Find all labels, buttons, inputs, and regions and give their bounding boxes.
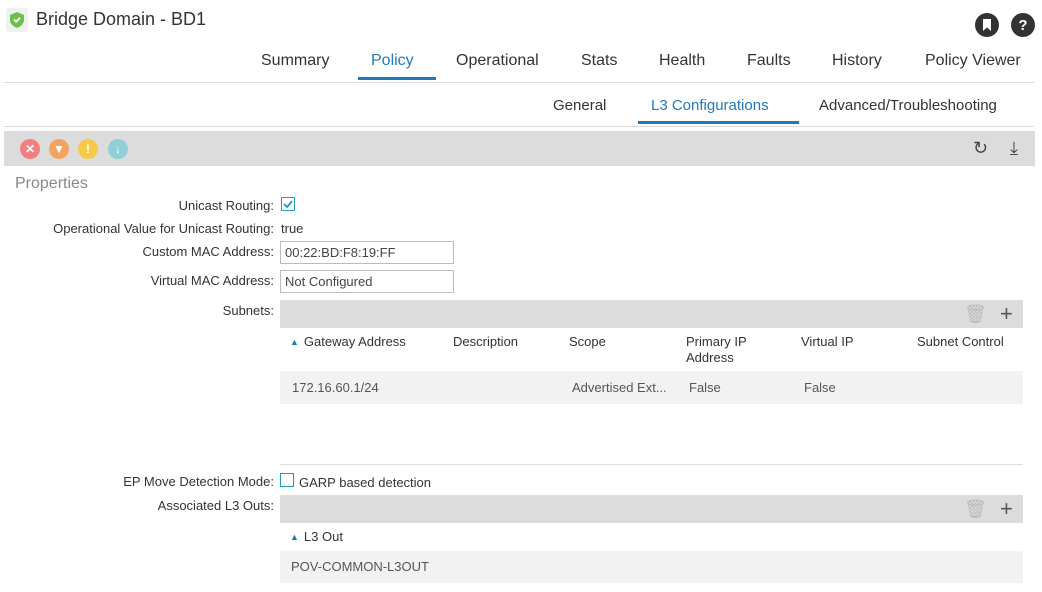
add-subnet-button[interactable]: +	[1000, 301, 1013, 327]
checkmark-icon	[283, 200, 293, 209]
tab-summary[interactable]: Summary	[261, 52, 329, 70]
custom-mac-field[interactable]: 00:22:BD:F8:19:FF	[280, 241, 454, 264]
table-row[interactable]: 172.16.60.1/24 Advertised Ext... False F…	[280, 371, 1023, 404]
trash-icon[interactable]: 🗑	[964, 304, 987, 325]
divider	[280, 464, 1023, 465]
garp-detection-label: GARP based detection	[299, 475, 432, 490]
download-icon[interactable]: ⤓	[1010, 138, 1018, 159]
column-header-description[interactable]: Description	[453, 334, 518, 350]
cell-scope: Advertised Ext...	[572, 380, 667, 395]
sort-ascending-icon: ▲	[290, 532, 299, 542]
tab-advanced-troubleshooting[interactable]: Advanced/Troubleshooting	[819, 97, 997, 114]
cell-l3out-name: POV-COMMON-L3OUT	[291, 559, 429, 574]
warning-fault-icon[interactable]: ↓	[108, 139, 128, 159]
shield-icon	[10, 12, 24, 28]
column-header-primary-ip[interactable]: Primary IP Address	[686, 334, 747, 366]
main-tab-bar: Summary Policy Operational Stats Health …	[4, 44, 1034, 83]
cell-primary-ip: False	[689, 380, 721, 395]
tab-health[interactable]: Health	[659, 52, 705, 70]
subnets-label: Subnets:	[222, 303, 274, 318]
help-icon: ?	[1018, 16, 1028, 34]
column-header-gateway[interactable]: ▲ Gateway Address	[290, 334, 406, 350]
page-title: Bridge Domain - BD1	[36, 9, 207, 29]
l3outs-table-toolbar: 🗑 +	[280, 495, 1023, 523]
sort-ascending-icon: ▲	[290, 337, 299, 347]
tab-history[interactable]: History	[832, 52, 882, 70]
virtual-mac-field[interactable]: Not Configured	[280, 270, 454, 293]
minor-fault-icon[interactable]: !	[78, 139, 98, 159]
bridge-domain-icon	[6, 8, 28, 32]
tab-stats[interactable]: Stats	[581, 52, 617, 70]
tab-operational[interactable]: Operational	[456, 52, 539, 70]
tab-l3-configurations[interactable]: L3 Configurations	[651, 97, 769, 114]
active-tab-indicator	[358, 77, 436, 80]
sub-tab-bar: General L3 Configurations Advanced/Troub…	[4, 90, 1034, 127]
unicast-routing-checkbox[interactable]	[281, 197, 295, 211]
bookmark-icon	[983, 19, 991, 31]
ep-move-label: EP Move Detection Mode:	[123, 474, 274, 489]
active-subtab-indicator	[638, 121, 799, 124]
add-l3out-button[interactable]: +	[1000, 496, 1013, 522]
tab-policy[interactable]: Policy	[371, 52, 414, 70]
cell-virtual-ip: False	[804, 380, 836, 395]
garp-detection-checkbox[interactable]	[280, 473, 294, 487]
tab-policy-viewer[interactable]: Policy Viewer	[925, 52, 1021, 70]
custom-mac-label: Custom MAC Address:	[142, 244, 275, 259]
section-title: Properties	[15, 175, 88, 192]
bookmark-button[interactable]	[975, 13, 999, 37]
table-row[interactable]: POV-COMMON-L3OUT	[280, 551, 1023, 583]
help-button[interactable]: ?	[1011, 13, 1035, 37]
unicast-routing-label: Unicast Routing:	[178, 198, 274, 213]
cell-gateway: 172.16.60.1/24	[292, 380, 379, 395]
column-header-subnet-control[interactable]: Subnet Control	[917, 334, 1004, 350]
fault-toolbar: ✕ ▼ ! ↓ ↻ ⤓	[4, 131, 1035, 166]
trash-icon[interactable]: 🗑	[964, 499, 987, 520]
refresh-icon[interactable]: ↻	[973, 138, 988, 159]
assoc-l3outs-label: Associated L3 Outs:	[157, 498, 274, 513]
column-header-virtual-ip[interactable]: Virtual IP	[801, 334, 854, 350]
virtual-mac-label: Virtual MAC Address:	[150, 273, 274, 288]
column-header-scope[interactable]: Scope	[569, 334, 606, 350]
major-fault-icon[interactable]: ▼	[49, 139, 69, 159]
tab-faults[interactable]: Faults	[747, 52, 791, 70]
column-header-l3out[interactable]: ▲ L3 Out	[290, 529, 343, 545]
critical-fault-icon[interactable]: ✕	[20, 139, 40, 159]
tab-general[interactable]: General	[553, 97, 606, 114]
subnets-table-toolbar: 🗑 +	[280, 300, 1023, 328]
operational-value: true	[281, 221, 304, 236]
operational-value-label: Operational Value for Unicast Routing:	[53, 221, 274, 236]
